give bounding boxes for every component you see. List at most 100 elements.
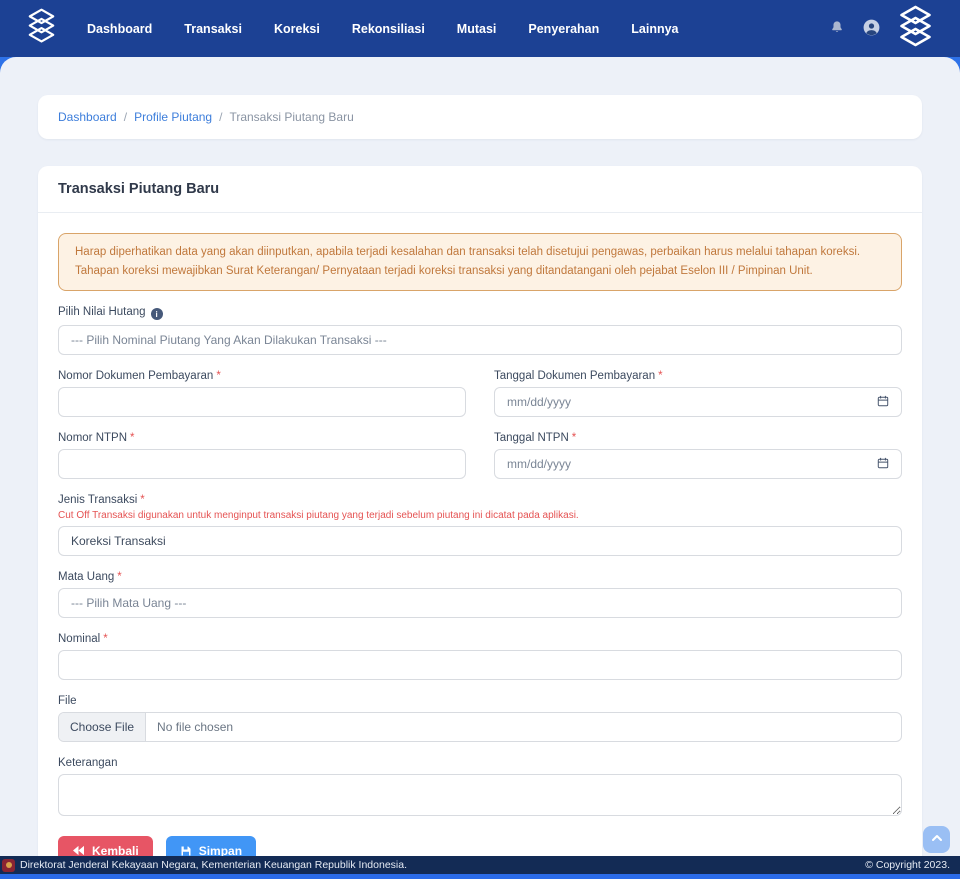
breadcrumb-separator: / (123, 110, 128, 124)
bell-icon (830, 20, 844, 37)
simpan-button[interactable]: Simpan (165, 836, 257, 856)
required-mark: * (117, 571, 122, 584)
calendar-icon[interactable] (877, 457, 889, 472)
label-text: Keterangan (58, 757, 118, 770)
app-logo[interactable] (26, 8, 57, 49)
date-placeholder: mm/dd/yyyy (507, 395, 572, 410)
required-mark: * (103, 633, 108, 646)
tanggal-dokumen-pembayaran-label: Tanggal Dokumen Pembayaran * (494, 370, 902, 382)
nav-koreksi[interactable]: Koreksi (274, 22, 320, 36)
label-text: Jenis Transaksi (58, 494, 138, 507)
card-body: Harap diperhatikan data yang akan diinpu… (38, 213, 922, 856)
file-label: File (58, 695, 902, 707)
rewind-icon (72, 845, 85, 856)
jenis-transaksi-helper: Cut Off Transaksi digunakan untuk mengin… (58, 510, 579, 522)
kemenkeu-logo (2, 858, 15, 872)
card-header: Transaksi Piutang Baru (38, 166, 922, 213)
field-file: File Choose File No file chosen (58, 695, 902, 743)
pilih-nilai-hutang-select[interactable]: --- Pilih Nominal Piutang Yang Akan Dila… (58, 325, 902, 356)
nav-transaksi[interactable]: Transaksi (184, 22, 242, 36)
page-title: Transaksi Piutang Baru (58, 181, 220, 197)
choose-file-button[interactable]: Choose File (59, 713, 147, 742)
kembali-button[interactable]: Kembali (58, 836, 153, 856)
info-icon[interactable]: i (150, 308, 163, 321)
navbar-right (828, 5, 934, 53)
tanggal-ntpn-input[interactable]: mm/dd/yyyy (494, 449, 902, 480)
required-mark: * (658, 370, 663, 383)
user-menu-button[interactable] (861, 17, 882, 41)
breadcrumb-dashboard[interactable]: Dashboard (58, 110, 117, 124)
field-jenis-transaksi: Jenis Transaksi * Cut Off Transaksi digun… (58, 494, 902, 557)
nominal-label: Nominal * (58, 633, 902, 645)
nav-dashboard[interactable]: Dashboard (87, 22, 152, 36)
main-area: Dashboard / Profile Piutang / Transaksi … (0, 57, 960, 856)
scroll-to-top-button[interactable] (923, 826, 950, 853)
mata-uang-label: Mata Uang * (58, 571, 902, 583)
nomor-ntpn-label: Nomor NTPN * (58, 432, 466, 444)
label-text: File (58, 695, 77, 708)
user-avatar-icon (863, 19, 880, 39)
nomor-dokumen-pembayaran-label: Nomor Dokumen Pembayaran * (58, 370, 466, 382)
copyright-text: © Copyright 2023. (865, 859, 950, 871)
field-keterangan: Keterangan (58, 757, 902, 821)
jenis-transaksi-label: Jenis Transaksi * (58, 494, 902, 506)
keterangan-textarea[interactable] (58, 774, 902, 817)
nav-mutasi[interactable]: Mutasi (457, 22, 497, 36)
required-mark: * (140, 494, 145, 507)
nomor-ntpn-input[interactable] (58, 449, 466, 480)
field-pilih-nilai-hutang: Pilih Nilai Hutang i --- Pilih Nominal Pi… (58, 306, 902, 356)
file-status-text: No file chosen (157, 720, 234, 735)
jenis-transaksi-select[interactable]: Koreksi Transaksi (58, 526, 902, 557)
kembali-label: Kembali (92, 843, 139, 856)
required-mark: * (216, 370, 221, 383)
nav-rekonsiliasi[interactable]: Rekonsiliasi (352, 22, 425, 36)
alert-line-2: Tahapan koreksi mewajibkan Surat Keteran… (75, 264, 813, 277)
footer-bar: Direktorat Jenderal Kekayaan Negara, Kem… (0, 856, 960, 874)
file-input[interactable]: Choose File No file chosen (58, 712, 902, 743)
nav-lainnya[interactable]: Lainnya (631, 22, 678, 36)
nomor-dokumen-pembayaran-input[interactable] (58, 387, 466, 418)
field-mata-uang: Mata Uang * --- Pilih Mata Uang --- (58, 571, 902, 619)
top-navbar: Dashboard Transaksi Koreksi Rekonsiliasi… (0, 0, 960, 57)
field-nomor-ntpn: Nomor NTPN * (58, 432, 466, 480)
label-text: Pilih Nilai Hutang (58, 305, 146, 318)
selected-option-text: Koreksi Transaksi (71, 534, 166, 549)
calendar-icon[interactable] (877, 395, 889, 410)
required-mark: * (571, 432, 577, 445)
simpan-label: Simpan (198, 843, 243, 856)
date-placeholder: mm/dd/yyyy (507, 457, 572, 472)
label-text: Tanggal NTPN (494, 432, 569, 445)
transaction-form-card: Transaksi Piutang Baru Harap diperhatika… (38, 166, 922, 856)
form-actions: Kembali Simpan (58, 836, 902, 856)
keterangan-label: Keterangan (58, 757, 902, 769)
secondary-logo (897, 5, 934, 53)
label-text: Nomor Dokumen Pembayaran (58, 370, 214, 383)
breadcrumb-separator: / (219, 110, 223, 124)
label-text: Tanggal Dokumen Pembayaran (494, 370, 656, 383)
alert-line-1: Harap diperhatikan data yang akan diinpu… (75, 246, 861, 258)
field-nominal: Nominal * (58, 633, 902, 681)
pilih-nilai-hutang-label: Pilih Nilai Hutang i (58, 306, 902, 321)
breadcrumb-current: Transaksi Piutang Baru (229, 110, 354, 124)
mata-uang-select[interactable]: --- Pilih Mata Uang --- (58, 588, 902, 619)
notifications-button[interactable] (828, 18, 846, 39)
footer: Direktorat Jenderal Kekayaan Negara, Kem… (0, 856, 960, 879)
tanggal-dokumen-pembayaran-input[interactable]: mm/dd/yyyy (494, 387, 902, 418)
save-icon (180, 845, 192, 856)
label-text: Nominal (58, 633, 101, 646)
stacked-diamonds-icon (26, 8, 57, 49)
chevron-up-icon (931, 832, 943, 847)
nav-penyerahan[interactable]: Penyerahan (528, 22, 599, 36)
breadcrumb: Dashboard / Profile Piutang / Transaksi … (38, 95, 922, 139)
nominal-input[interactable] (58, 650, 902, 681)
field-tanggal-ntpn: Tanggal NTPN * mm/dd/yyyy (494, 432, 902, 480)
main-nav: Dashboard Transaksi Koreksi Rekonsiliasi… (87, 22, 679, 36)
warning-alert: Harap diperhatikan data yang akan diinpu… (58, 233, 902, 291)
label-text: Nomor NTPN (58, 432, 128, 445)
selected-option-text: --- Pilih Nominal Piutang Yang Akan Dila… (71, 333, 387, 348)
selected-option-text: --- Pilih Mata Uang --- (71, 596, 187, 611)
footer-text: Direktorat Jenderal Kekayaan Negara, Kem… (20, 859, 407, 871)
required-mark: * (130, 432, 135, 445)
breadcrumb-profile-piutang[interactable]: Profile Piutang (134, 110, 212, 124)
field-tanggal-dokumen-pembayaran: Tanggal Dokumen Pembayaran * mm/dd/yyyy (494, 370, 902, 418)
